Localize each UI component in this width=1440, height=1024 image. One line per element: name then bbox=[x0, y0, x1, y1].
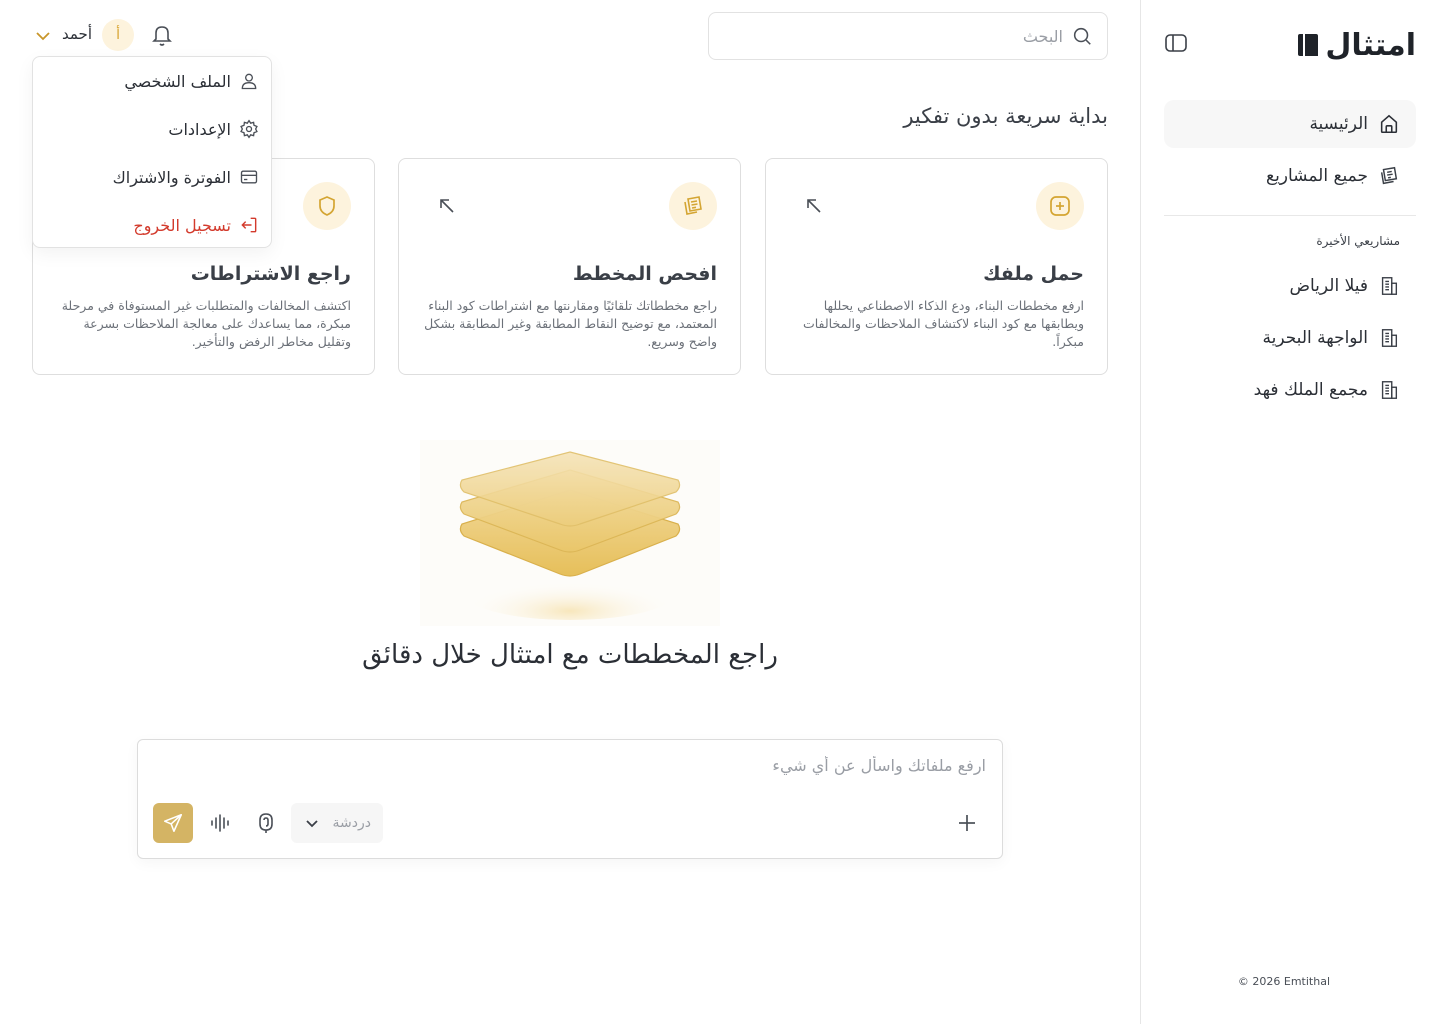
sidebar-item-label: الرئيسية bbox=[1309, 114, 1368, 134]
sidebar-toggle-button[interactable] bbox=[1163, 30, 1189, 56]
recent-project-label: الواجهة البحرية bbox=[1262, 328, 1368, 348]
recent-project-label: فيلا الرياض bbox=[1289, 276, 1368, 296]
sidebar-item-label: جميع المشاريع bbox=[1266, 166, 1368, 186]
arrow-up-left-icon bbox=[807, 199, 821, 213]
user-menu-dropdown: الملف الشخصي الإعدادات الفوترة والاشتراك… bbox=[32, 56, 272, 248]
home-icon bbox=[1380, 114, 1398, 134]
add-square-icon bbox=[1050, 196, 1070, 216]
user-icon bbox=[241, 73, 257, 90]
user-name[interactable]: أحمد bbox=[62, 25, 92, 43]
recent-projects-list: فيلا الرياض الواجهة البحرية مجمع الملك ف… bbox=[1164, 262, 1416, 418]
card-upload-file[interactable]: حمل ملفك ارفع مخططات البناء، ودع الذكاء … bbox=[765, 158, 1108, 375]
menu-item-label: الإعدادات bbox=[168, 119, 231, 139]
projects-icon bbox=[1380, 166, 1398, 185]
chevron-down-icon bbox=[306, 820, 318, 828]
sidebar-item-home[interactable]: الرئيسية bbox=[1164, 100, 1416, 148]
menu-item-logout[interactable]: تسجيل الخروج bbox=[33, 201, 271, 249]
chat-mode-value: دردشة bbox=[332, 815, 371, 831]
stacked-layers-illustration bbox=[420, 440, 720, 626]
logout-icon bbox=[241, 217, 257, 233]
menu-item-billing[interactable]: الفوترة والاشتراك bbox=[33, 153, 271, 201]
user-avatar[interactable]: أ bbox=[102, 19, 134, 51]
recent-project-item[interactable]: الواجهة البحرية bbox=[1164, 314, 1416, 362]
recent-project-item[interactable]: فيلا الرياض bbox=[1164, 262, 1416, 310]
search-icon bbox=[1073, 27, 1091, 45]
arrow-up-left-icon bbox=[440, 199, 454, 213]
logo-mark-icon bbox=[1298, 34, 1319, 56]
menu-item-label: الفوترة والاشتراك bbox=[112, 167, 231, 187]
quick-start-heading: بداية سريعة بدون تفكير bbox=[903, 104, 1108, 128]
building-icon bbox=[1381, 277, 1398, 295]
recent-project-item[interactable]: مجمع الملك فهد bbox=[1164, 366, 1416, 414]
chevron-down-icon[interactable] bbox=[34, 27, 52, 45]
hero-title: راجع المخططات مع امتثال خلال دقائق bbox=[362, 640, 778, 670]
card-inspect-plan[interactable]: افحص المخطط راجع مخططاتك تلقائيًا ومقارن… bbox=[398, 158, 741, 375]
chat-mode-select[interactable]: دردشة bbox=[291, 803, 383, 843]
sidebar-nav: الرئيسية جميع المشاريع bbox=[1164, 100, 1416, 204]
sidebar-divider bbox=[1164, 215, 1416, 216]
building-icon bbox=[1381, 329, 1398, 347]
menu-item-label: تسجيل الخروج bbox=[133, 215, 231, 235]
documents-icon bbox=[684, 196, 702, 215]
notifications-bell-icon[interactable] bbox=[150, 22, 174, 48]
sidebar-item-all-projects[interactable]: جميع المشاريع bbox=[1164, 152, 1416, 200]
copyright-footer: © 2026 Emtithal bbox=[1237, 975, 1330, 988]
building-icon bbox=[1381, 381, 1398, 399]
card-description: ارفع مخططات البناء، ودع الذكاء الاصطناعي… bbox=[802, 298, 1084, 349]
card-description: اكتشف المخالفات والمتطلبات غير المستوفاة… bbox=[61, 298, 351, 349]
recent-project-label: مجمع الملك فهد bbox=[1253, 380, 1368, 400]
chat-input[interactable] bbox=[166, 756, 986, 786]
card-description: راجع مخططاتك تلقائيًا ومقارنتها مع اشترا… bbox=[424, 298, 717, 349]
search-box[interactable] bbox=[708, 12, 1108, 60]
card-title: افحص المخطط bbox=[572, 263, 717, 285]
recent-projects-heading: مشاريعي الأخيرة bbox=[1316, 234, 1400, 248]
card-title: راجع الاشتراطات bbox=[190, 263, 351, 285]
send-icon bbox=[163, 813, 183, 833]
credit-card-icon bbox=[240, 170, 258, 184]
brand-name: امتثال bbox=[1325, 27, 1416, 63]
voice-input-icon[interactable] bbox=[254, 811, 278, 835]
audio-waveform-icon[interactable] bbox=[208, 811, 232, 835]
menu-item-profile[interactable]: الملف الشخصي bbox=[33, 57, 271, 105]
shield-icon bbox=[319, 196, 335, 216]
card-icon-wrapper bbox=[1036, 182, 1084, 230]
menu-item-settings[interactable]: الإعدادات bbox=[33, 105, 271, 153]
sidebar: امتثال الرئيسية جميع المشاريع مشاريعي ال… bbox=[1140, 0, 1440, 1024]
card-icon-wrapper bbox=[303, 182, 351, 230]
card-icon-wrapper bbox=[669, 182, 717, 230]
chat-composer: دردشة bbox=[137, 739, 1003, 859]
brand-logo[interactable]: امتثال bbox=[1295, 27, 1416, 63]
card-title: حمل ملفك bbox=[983, 263, 1084, 285]
sidebar-panel-icon bbox=[1165, 34, 1187, 52]
add-attachment-icon[interactable] bbox=[956, 812, 978, 834]
send-button[interactable] bbox=[153, 803, 193, 843]
menu-item-label: الملف الشخصي bbox=[124, 71, 231, 91]
search-input[interactable] bbox=[723, 26, 1063, 46]
gear-icon bbox=[240, 119, 258, 139]
